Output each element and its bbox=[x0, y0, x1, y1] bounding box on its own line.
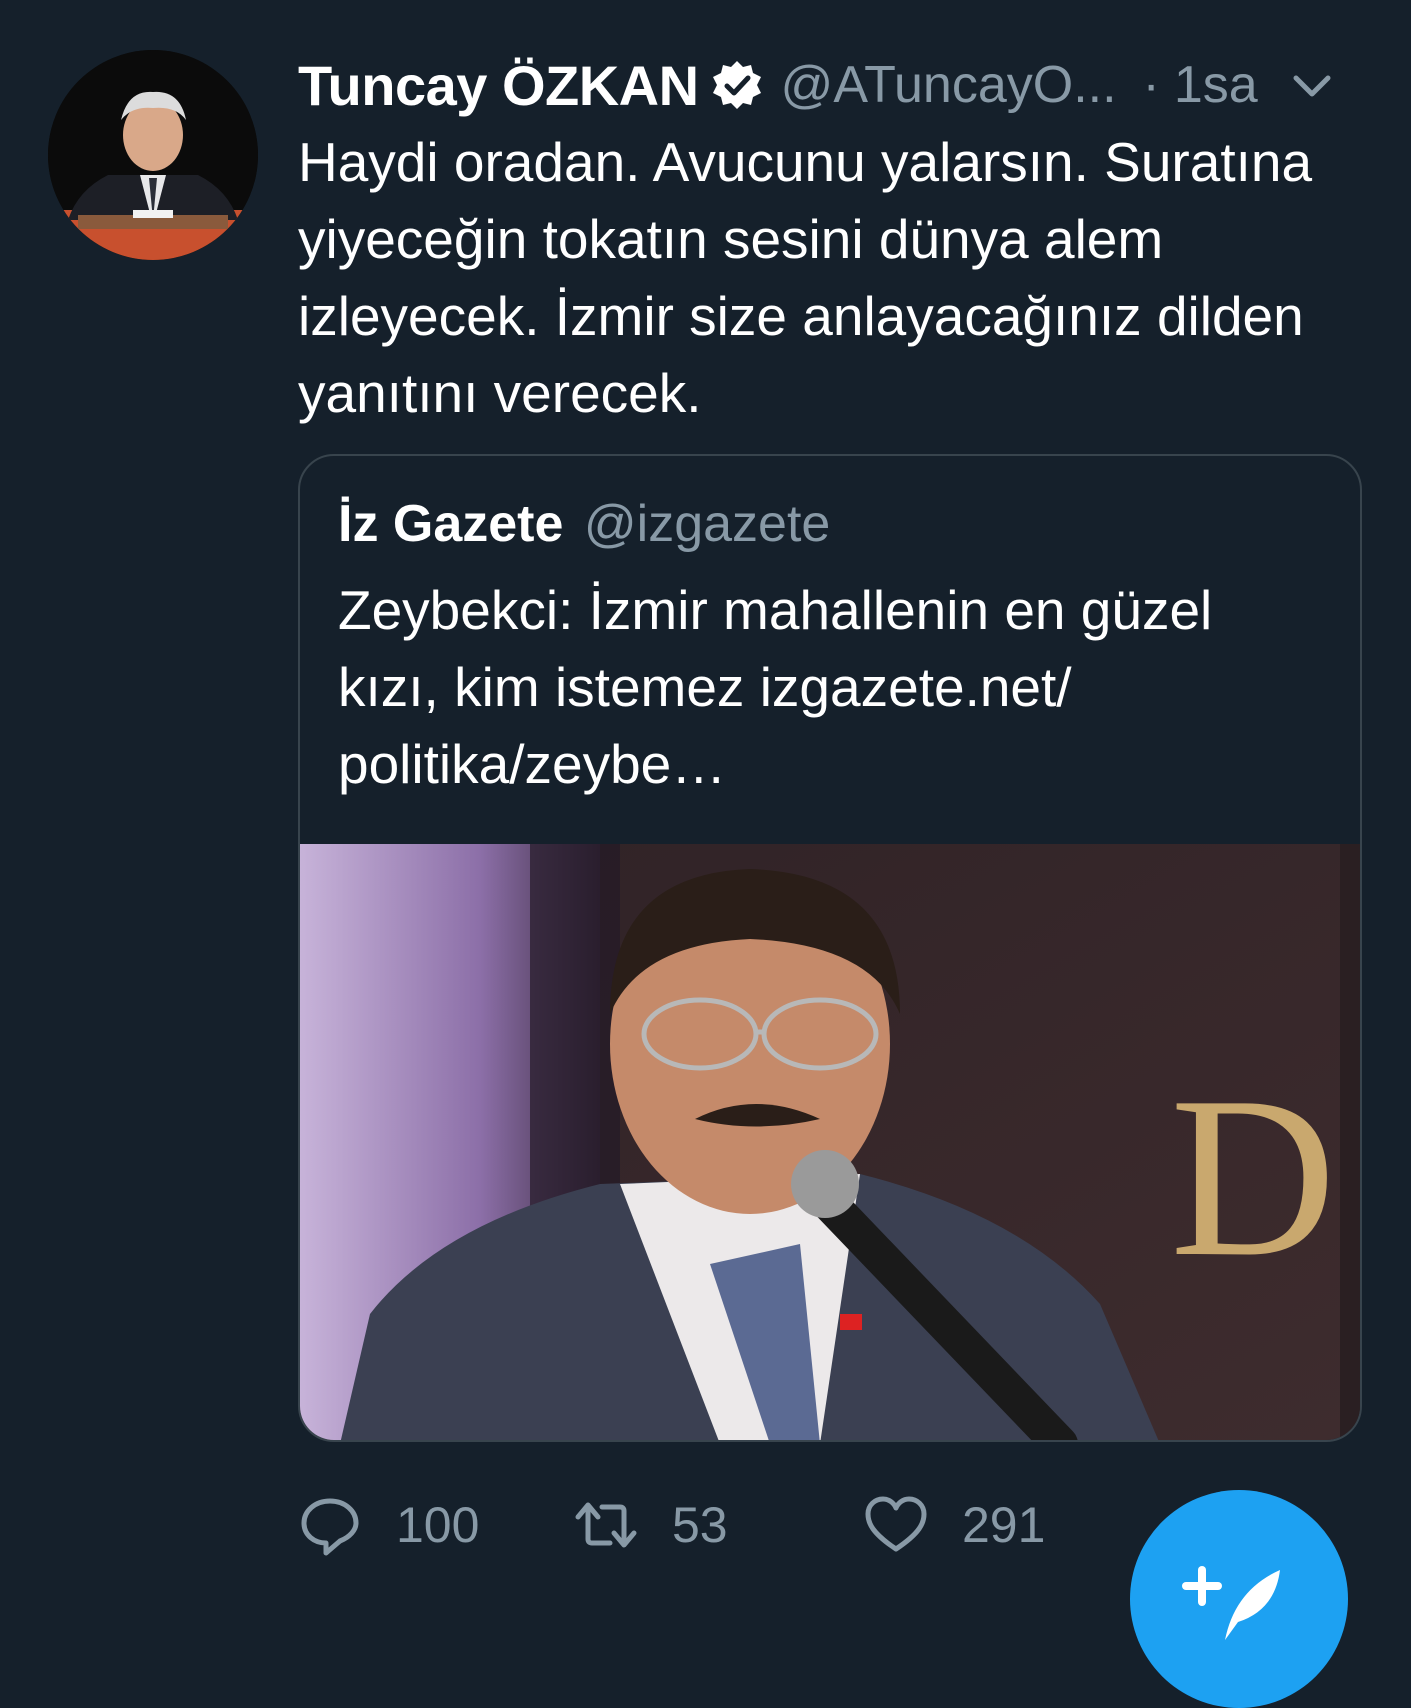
avatar[interactable] bbox=[48, 50, 258, 260]
verified-badge-icon bbox=[711, 59, 763, 111]
quoted-display-name: İz Gazete bbox=[338, 495, 564, 553]
display-name[interactable]: Tuncay ÖZKAN bbox=[298, 53, 699, 118]
avatar-image bbox=[48, 50, 258, 260]
speaker-photo: D bbox=[300, 844, 1360, 1440]
quoted-tweet-card[interactable]: İz Gazete @izgazete Zeybekci: İzmir maha… bbox=[298, 454, 1362, 1442]
retweet-count: 53 bbox=[672, 1497, 728, 1553]
sign-letter: D bbox=[1170, 1049, 1336, 1304]
quoted-tweet-image[interactable]: D bbox=[300, 844, 1360, 1440]
like-button[interactable]: 291 bbox=[864, 1490, 1045, 1560]
retweet-button[interactable]: 53 bbox=[574, 1490, 728, 1560]
user-handle[interactable]: @ATuncayO... bbox=[781, 55, 1117, 115]
tweet-text: Haydi oradan. Avucunu yalarsın. Suratına… bbox=[298, 131, 1313, 424]
quoted-tweet-text: Zeybekci: İzmir mahallenin en güzel kızı… bbox=[338, 579, 1213, 795]
quoted-user-handle: @izgazete bbox=[583, 495, 831, 553]
reply-count: 100 bbox=[396, 1497, 480, 1553]
tweet-header: Tuncay ÖZKAN @ATuncayO... · 1sa bbox=[298, 50, 1368, 120]
tweet-time[interactable]: 1sa bbox=[1174, 55, 1258, 115]
quoted-tweet-header: İz Gazete @izgazete bbox=[338, 494, 830, 554]
separator-dot: · bbox=[1142, 56, 1160, 114]
compose-tweet-icon bbox=[1182, 1566, 1280, 1640]
chevron-down-icon[interactable] bbox=[1288, 62, 1336, 110]
retweet-icon bbox=[575, 1502, 637, 1548]
reply-button[interactable]: 100 bbox=[298, 1490, 479, 1560]
reply-bubble-icon bbox=[301, 1498, 359, 1556]
heart-icon bbox=[865, 1496, 927, 1552]
compose-tweet-button[interactable] bbox=[1130, 1490, 1348, 1708]
like-count: 291 bbox=[962, 1497, 1046, 1553]
tweet-actions: 100 53 291 bbox=[298, 1490, 1198, 1560]
